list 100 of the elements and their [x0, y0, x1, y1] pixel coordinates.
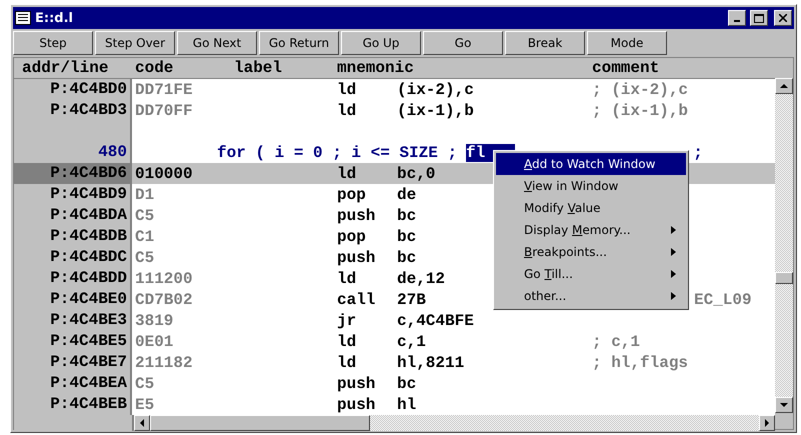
address-cell: P:4C4BE0 [14, 289, 132, 310]
resize-grip[interactable] [775, 413, 793, 429]
close-icon [779, 14, 787, 22]
operand-cell: bc,0 [397, 164, 436, 182]
code-cell-text: 010000 [134, 164, 194, 182]
mnemonic-cell: push [337, 396, 376, 414]
address-cell: P:4C4BD3 [14, 100, 132, 121]
column-heading: mnemonic [337, 58, 415, 78]
source-line: ; [693, 144, 703, 162]
code-cell-text: D1 [134, 186, 156, 204]
mnemonic-cell: ld [337, 102, 356, 120]
comment-cell-text: ; (ix-2),c [592, 80, 690, 98]
operand-cell: bc [397, 206, 416, 224]
left-arrow-icon [139, 419, 145, 427]
address-cell: P:4C4BDA [14, 205, 132, 226]
down-arrow-icon [780, 402, 788, 408]
toolbar-button[interactable]: Break [505, 31, 585, 55]
mnemonic-cell: push [337, 206, 376, 224]
operand-cell: bc [397, 248, 416, 266]
operand-cell: hl [397, 396, 416, 414]
column-heading: label [234, 58, 284, 78]
address-cell: P:4C4BD0 [14, 79, 132, 100]
operand-cell: (ix-1),b [397, 102, 474, 120]
code-cell-text: C5 [134, 248, 156, 266]
operand-cell: (ix-2),c [397, 80, 474, 98]
column-heading: code [134, 58, 174, 78]
address-cell: P:4C4BDB [14, 226, 132, 247]
operand-cell: de,12 [397, 270, 446, 288]
comment-cell-text: EC_L09 [694, 290, 753, 308]
scroll-thumb[interactable] [150, 415, 370, 431]
menu-item[interactable]: Go Till... [496, 263, 686, 285]
address-cell: P:4C4BE3 [14, 310, 132, 331]
operand-cell: de [397, 186, 416, 204]
menu-item[interactable]: other... [496, 285, 686, 307]
code-cell-text: CD7B02 [134, 290, 194, 308]
operand-cell: c,4C4BFE [397, 312, 474, 330]
column-heading: comment [592, 58, 660, 78]
operand-cell: c,1 [397, 332, 426, 350]
code-cell-text: 3819 [134, 312, 174, 330]
scroll-up-button[interactable] [775, 78, 793, 94]
operand-cell: hl,8211 [397, 354, 464, 372]
maximize-icon [754, 14, 764, 22]
toolbar-button[interactable]: Step Over [95, 31, 175, 55]
scroll-right-button[interactable] [759, 415, 775, 431]
mnemonic-cell: pop [337, 186, 366, 204]
code-cell-text: 211182 [134, 354, 194, 372]
scroll-left-button[interactable] [134, 415, 150, 431]
menu-item[interactable]: Add to Watch Window [496, 153, 686, 175]
column-heading: addr/line [21, 58, 110, 78]
code-cell-text: 0E01 [134, 332, 174, 350]
menu-item[interactable]: Modify Value [496, 197, 686, 219]
mnemonic-cell: ld [337, 332, 356, 350]
comment-cell-text: ; hl,flags [592, 354, 690, 372]
address-cell: P:4C4BDC [14, 247, 132, 268]
window-title: E::d.l [35, 10, 74, 26]
toolbar-button[interactable]: Go Up [341, 31, 421, 55]
source-line: for ( i = 0 ; i <= SIZE ; [217, 144, 458, 162]
address-cell: P:4C4BD9 [14, 184, 132, 205]
operand-cell: bc [397, 228, 416, 246]
mnemonic-cell: ld [337, 270, 356, 288]
scroll-down-button[interactable] [775, 397, 793, 413]
comment-cell-text: ; (ix-1),b [592, 102, 690, 120]
mnemonic-cell: ld [337, 354, 356, 372]
menu-item[interactable]: Display Memory... [496, 219, 686, 241]
address-cell: P:4C4BDD [14, 268, 132, 289]
mnemonic-cell: push [337, 374, 376, 392]
scroll-thumb[interactable] [775, 272, 793, 284]
code-cell-text: C5 [134, 206, 156, 224]
list-window-icon [15, 11, 31, 25]
toolbar-button[interactable]: Step [13, 31, 93, 55]
code-cell-text: 111200 [134, 270, 194, 288]
mnemonic-cell: ld [337, 80, 356, 98]
code-cell-text: E5 [134, 396, 156, 414]
mnemonic-cell: jr [337, 312, 356, 330]
code-cell-text: C5 [134, 374, 156, 392]
line-number: 480 [14, 142, 132, 163]
mnemonic-cell: push [337, 248, 376, 266]
up-arrow-icon [780, 83, 788, 89]
menu-item[interactable]: Breakpoints... [496, 241, 686, 263]
mnemonic-cell: call [337, 290, 376, 308]
minimize-button[interactable] [728, 10, 746, 26]
mnemonic-cell: pop [337, 228, 366, 246]
mnemonic-cell: ld [337, 164, 356, 182]
toolbar-button[interactable]: Go Return [259, 31, 339, 55]
operand-cell: bc [397, 374, 416, 392]
operand-cell: 27B [397, 290, 426, 308]
horizontal-scrollbar[interactable] [14, 415, 775, 431]
address-cell: P:4C4BEB [14, 394, 132, 415]
maximize-button[interactable] [750, 10, 768, 26]
code-cell-text: C1 [134, 228, 156, 246]
address-cell: P:4C4BD6 [14, 163, 132, 184]
address-cell: P:4C4BEA [14, 373, 132, 394]
close-button[interactable] [774, 10, 792, 26]
toolbar-button[interactable]: Mode [587, 31, 667, 55]
right-arrow-icon [764, 419, 770, 427]
toolbar-button[interactable]: Go [423, 31, 503, 55]
vertical-scrollbar[interactable] [775, 58, 793, 429]
toolbar-button[interactable]: Go Next [177, 31, 257, 55]
address-cell: P:4C4BE5 [14, 331, 132, 352]
comment-cell-text: ; c,1 [592, 332, 642, 350]
